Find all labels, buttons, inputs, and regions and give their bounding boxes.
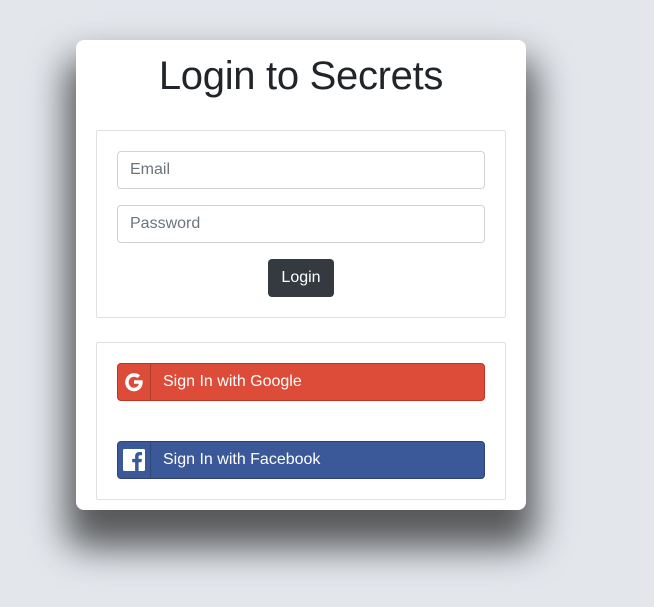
social-login-panel: Sign In with Google Sign In with Faceboo… (96, 342, 506, 500)
login-button[interactable]: Login (268, 259, 334, 297)
google-signin-label: Sign In with Google (163, 373, 302, 390)
facebook-icon (118, 442, 151, 478)
facebook-signin-button[interactable]: Sign In with Facebook (117, 441, 485, 479)
facebook-signin-label: Sign In with Facebook (163, 451, 321, 468)
google-signin-button[interactable]: Sign In with Google (117, 363, 485, 401)
email-input[interactable] (117, 151, 485, 189)
login-form-panel: Login (96, 130, 506, 318)
page-title: Login to Secrets (158, 54, 444, 98)
login-card: Login to Secrets Login Sign In with Goog… (76, 40, 526, 510)
google-icon (118, 364, 151, 400)
password-input[interactable] (117, 205, 485, 243)
